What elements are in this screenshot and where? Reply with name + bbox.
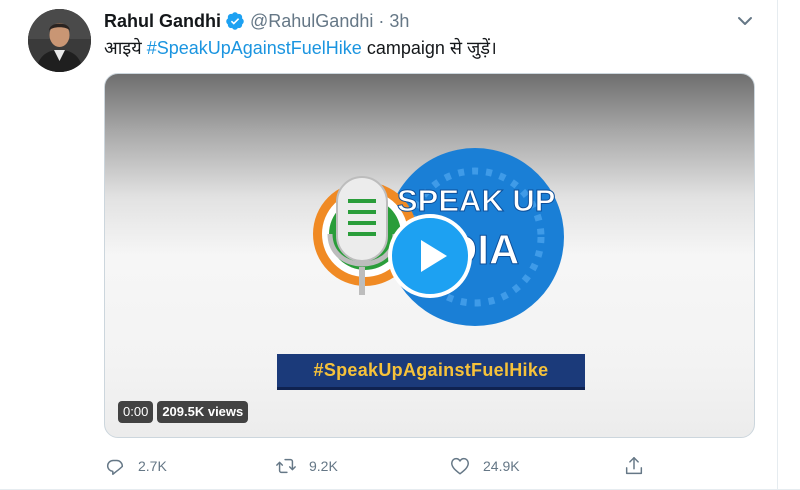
reply-icon [106,459,124,475]
like-count: 24.9K [483,458,520,474]
avatar-image [28,9,91,72]
reply-count: 2.7K [138,458,167,474]
hashtag-link[interactable]: #SpeakUpAgainstFuelHike [147,38,362,58]
play-button[interactable] [388,214,472,298]
retweet-icon [276,458,296,474]
video-player[interactable]: SPEAK UP INDIA #SpeakUpAgainstFuelHike 0… [104,73,755,438]
retweet-count: 9.2K [309,458,338,474]
share-button[interactable] [623,453,645,479]
timeline-border [777,0,778,490]
heart-icon [451,457,469,475]
duration-badge: 0:00 [118,401,154,423]
timestamp[interactable]: 3h [389,11,409,32]
display-name[interactable]: Rahul Gandhi [104,11,221,32]
more-options-button[interactable] [733,9,757,33]
hashtag-banner: #SpeakUpAgainstFuelHike [277,354,585,390]
tweet-header: Rahul Gandhi @RahulGandhi · 3h [104,9,409,33]
avatar[interactable] [28,9,91,72]
tweet-text-suffix: campaign से जुड़ें। [361,38,497,58]
verified-badge-icon [226,12,244,30]
like-button[interactable]: 24.9K [449,453,520,479]
reply-button[interactable]: 2.7K [104,453,167,479]
handle[interactable]: @RahulGandhi [250,11,373,32]
video-badges: 0:00 209.5K views [118,401,249,423]
banner-text: #SpeakUpAgainstFuelHike [313,360,549,380]
views-badge: 209.5K views [157,401,249,423]
tweet-text-prefix: आइये [104,38,147,58]
chevron-down-icon [738,17,752,25]
separator-dot: · [378,10,385,31]
share-icon [625,457,643,475]
tweet-text: आइये #SpeakUpAgainstFuelHike campaign से… [104,36,497,60]
play-icon [421,240,447,272]
tweet-card[interactable]: Rahul Gandhi @RahulGandhi · 3h आइये #Spe… [0,0,800,490]
tweet-actions: 2.7K 9.2K 24.9K [104,453,649,479]
logo-text-line1: SPEAK UP [397,183,555,218]
retweet-button[interactable]: 9.2K [275,453,338,479]
